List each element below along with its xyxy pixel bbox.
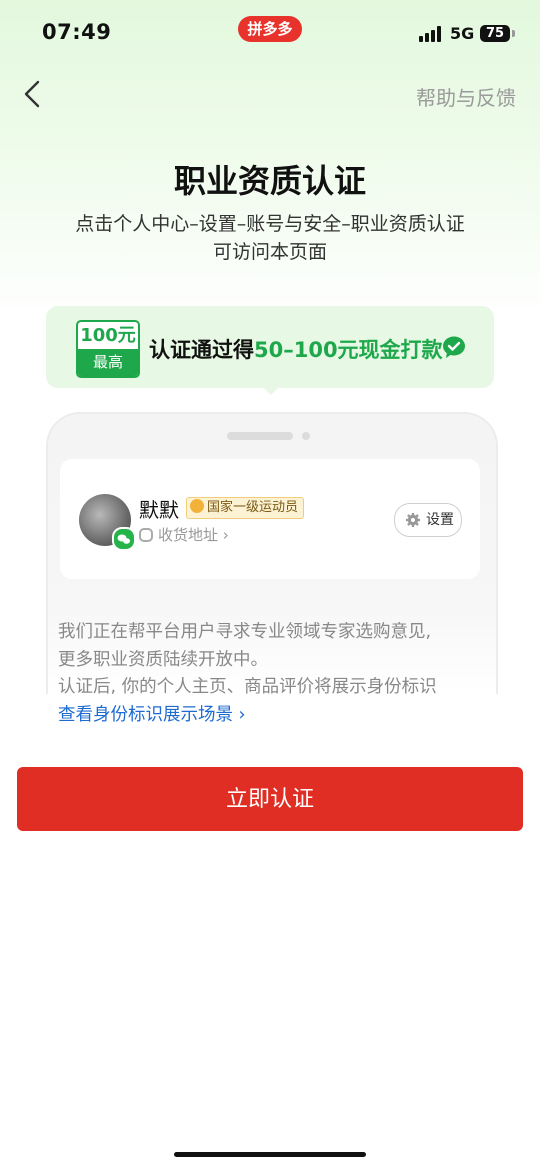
identity-tag-label: 国家一级运动员: [207, 500, 299, 515]
view-identity-scenes-link[interactable]: 查看身份标识展示场景 ›: [58, 701, 246, 726]
info-line-2: 更多职业资质陆续开放中。: [58, 649, 268, 670]
settings-button: 设置: [394, 503, 462, 537]
app-badge: 拼多多: [238, 16, 302, 42]
info-text: 我们正在帮平台用户寻求专业领域专家选购意见, 更多职业资质陆续开放中。 认证后,…: [58, 619, 488, 702]
info-line-3: 认证后, 你的个人主页、商品评价将展示身份标识: [58, 677, 437, 697]
battery-icon: 75: [480, 25, 510, 42]
reward-text-prefix: 认证通过得: [149, 338, 254, 362]
subtitle-line-1: 点击个人中心–设置–账号与安全–职业资质认证: [75, 213, 465, 235]
page-subtitle: 点击个人中心–设置–账号与安全–职业资质认证 可访问本页面: [0, 210, 540, 266]
location-pin-icon: [139, 528, 153, 542]
battery-cap: [512, 30, 515, 37]
username: 默默: [139, 498, 179, 522]
chevron-left-icon: [24, 80, 40, 108]
badge-label: 最高: [78, 349, 138, 376]
certify-now-button[interactable]: 立即认证: [17, 767, 523, 831]
wechat-check-icon: [443, 336, 465, 358]
gear-icon: [406, 513, 420, 527]
subtitle-line-2: 可访问本页面: [212, 241, 327, 263]
page-title: 职业资质认证: [173, 162, 366, 200]
info-line-1: 我们正在帮平台用户寻求专业领域专家选购意见,: [58, 622, 432, 642]
badge-icon: [190, 499, 204, 513]
help-feedback-link[interactable]: 帮助与反馈: [416, 82, 516, 111]
reward-amount: 50–100元现金打款: [254, 338, 443, 362]
network-label: 5G: [450, 24, 475, 43]
reward-banner-pointer: [262, 386, 280, 395]
chevron-right-icon: ›: [222, 526, 229, 544]
reward-badge: 100元 最高: [76, 320, 140, 378]
phone-camera: [302, 432, 310, 440]
address-row: 收货地址 ›: [139, 524, 229, 545]
home-indicator: [174, 1152, 366, 1157]
reward-text: 认证通过得50–100元现金打款: [149, 334, 443, 364]
address-label: 收货地址: [158, 526, 219, 544]
identity-tag: 国家一级运动员: [186, 497, 305, 519]
phone-speaker: [227, 432, 293, 440]
signal-icon: [419, 26, 443, 42]
back-button[interactable]: [20, 78, 48, 110]
wechat-icon: [112, 527, 136, 551]
badge-amount: 100元: [80, 325, 136, 346]
settings-label: 设置: [426, 512, 454, 528]
status-time: 07:49: [42, 20, 112, 44]
